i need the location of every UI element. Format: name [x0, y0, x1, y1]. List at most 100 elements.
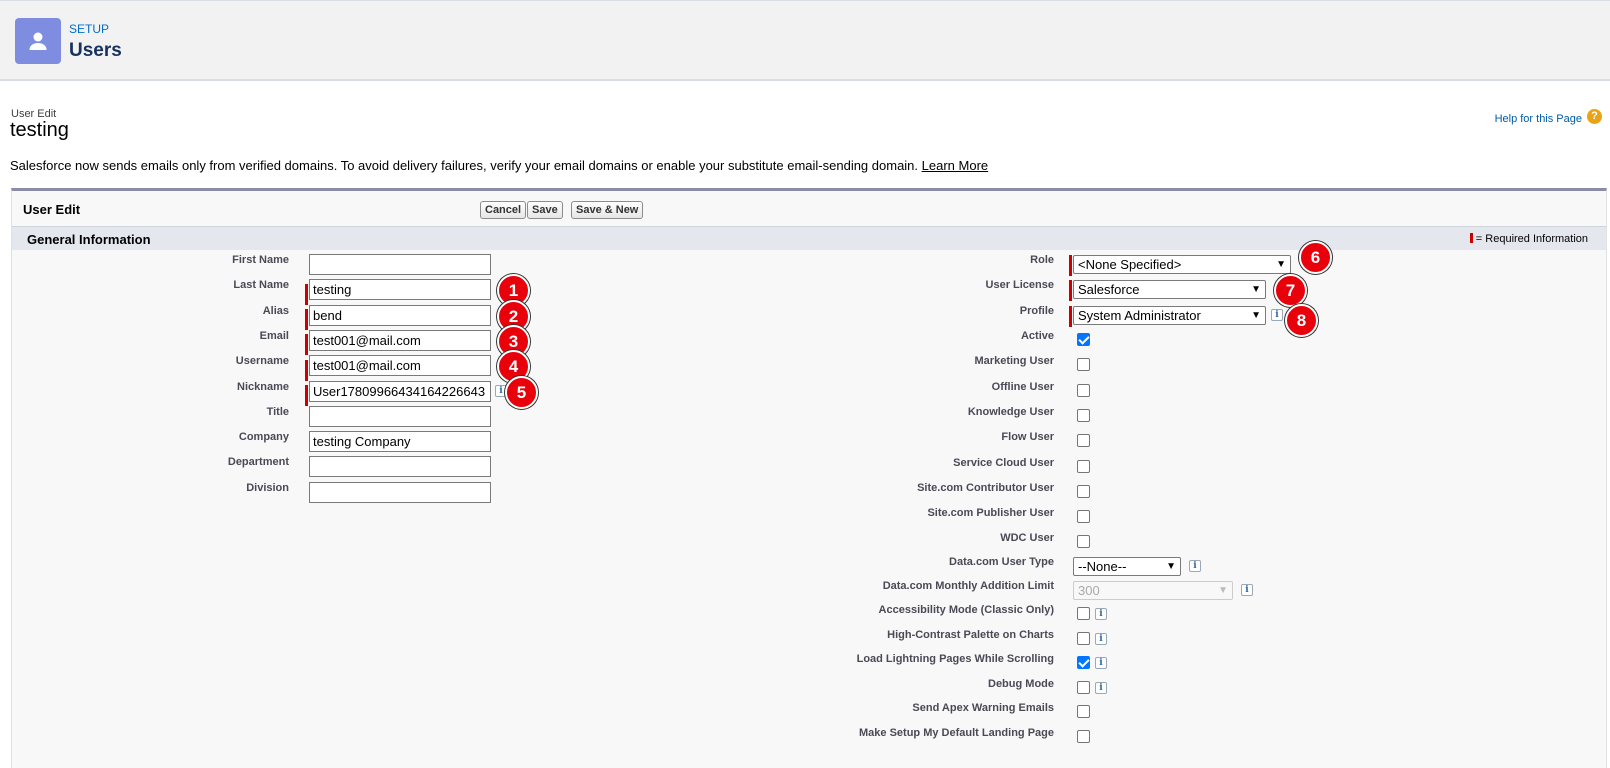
wdc-user-checkbox[interactable] [1077, 535, 1090, 549]
chevron-down-icon: ▼ [1166, 561, 1176, 572]
callout-badge-8: 8 [1285, 303, 1318, 337]
profile-select-value: System Administrator [1078, 307, 1201, 323]
high-contrast-palette-on-charts-checkbox[interactable] [1077, 631, 1090, 645]
division-input[interactable] [309, 481, 491, 503]
learn-more-link[interactable]: Learn More [922, 158, 988, 173]
nickname-label: Nickname [237, 380, 289, 393]
user-license-label: User License [985, 279, 1054, 292]
datacom-user-type-info-icon[interactable]: i [1189, 560, 1201, 572]
user-icon [15, 18, 61, 64]
last-name-label: Last Name [233, 279, 289, 292]
last-name-required-marker [305, 283, 308, 305]
datacom-monthly-limit-value: 300 [1078, 583, 1100, 598]
setup-link[interactable]: SETUP [69, 22, 109, 36]
profile-select[interactable]: System Administrator ▼ [1073, 305, 1266, 325]
username-label: Username [235, 355, 289, 368]
department-label: Department [227, 456, 289, 469]
panel-title: User Edit [23, 202, 81, 217]
role-required-marker [1069, 255, 1072, 276]
user-license-required-marker [1069, 280, 1072, 302]
send-apex-warning-emails-checkbox[interactable] [1077, 705, 1090, 718]
last-name-input[interactable]: testing [309, 279, 491, 301]
nickname-input[interactable]: User17809966434164226643 [309, 380, 491, 402]
wdc-user-label: WDC User [1000, 532, 1054, 545]
role-select-value: <None Specified> [1078, 257, 1182, 272]
site-com-publisher-user-label: Site.com Publisher User [927, 507, 1054, 520]
chevron-down-icon: ▼ [1276, 259, 1286, 270]
user-license-select-value: Salesforce [1078, 282, 1140, 298]
marketing-user-checkbox[interactable] [1077, 358, 1090, 372]
help-icon[interactable]: ? [1587, 109, 1602, 124]
debug-mode-info-icon[interactable]: i [1095, 681, 1107, 694]
email-required-marker [305, 334, 308, 356]
required-info-text: = Required Information [1475, 233, 1588, 245]
load-lightning-pages-while-scrolling-info-icon[interactable]: i [1095, 657, 1107, 669]
accessibility-mode-classic-only-checkbox[interactable] [1077, 607, 1090, 620]
username-required-marker [305, 359, 308, 381]
alias-input[interactable]: bend [309, 304, 491, 326]
user-edit-panel: User Edit Cancel Save Save & New General… [11, 188, 1607, 768]
required-info: = Required Information [1469, 233, 1588, 245]
required-marker [1469, 233, 1473, 243]
knowledge-user-checkbox[interactable] [1077, 408, 1090, 422]
datacom-monthly-limit-info-icon[interactable]: i [1241, 584, 1253, 596]
active-checkbox[interactable] [1077, 333, 1090, 346]
service-cloud-user-label: Service Cloud User [953, 456, 1054, 469]
header-title: Users [69, 40, 122, 61]
cancel-button[interactable]: Cancel [480, 201, 527, 219]
high-contrast-palette-on-charts-info-icon[interactable]: i [1095, 632, 1107, 645]
flow-user-label: Flow User [1001, 431, 1054, 444]
company-input[interactable]: testing Company [309, 431, 491, 453]
chevron-down-icon: ▼ [1251, 284, 1261, 296]
alias-required-marker [305, 309, 308, 331]
role-label: Role [1030, 254, 1054, 266]
datacom-user-type-label: Data.com User Type [949, 556, 1054, 568]
username-input[interactable]: test001@mail.com [309, 355, 491, 377]
user-license-select[interactable]: Salesforce ▼ [1073, 280, 1266, 300]
first-name-label: First Name [232, 254, 289, 266]
alias-label: Alias [262, 304, 289, 317]
debug-mode-label: Debug Mode [988, 677, 1054, 690]
debug-mode-checkbox[interactable] [1077, 680, 1090, 694]
accessibility-mode-classic-only-info-icon[interactable]: i [1095, 608, 1107, 620]
offline-user-label: Offline User [991, 380, 1054, 393]
active-label: Active [1020, 330, 1054, 342]
setup-header: SETUP Users [0, 0, 1610, 81]
profile-info-icon[interactable]: i [1271, 308, 1283, 321]
site-com-publisher-user-checkbox[interactable] [1077, 510, 1090, 524]
site-com-contributor-user-checkbox[interactable] [1077, 484, 1090, 498]
datacom-user-type-select[interactable]: --None-- ▼ [1073, 557, 1181, 576]
section-title: General Information [27, 232, 151, 247]
make-setup-my-default-landing-page-checkbox[interactable] [1077, 729, 1090, 743]
accessibility-mode-classic-only-label: Accessibility Mode (Classic Only) [878, 604, 1054, 616]
title-label: Title [266, 405, 289, 418]
flow-user-checkbox[interactable] [1077, 434, 1090, 448]
save-button[interactable]: Save [527, 201, 563, 219]
marketing-user-label: Marketing User [974, 355, 1054, 368]
datacom-user-type-value: --None-- [1078, 559, 1127, 574]
profile-label: Profile [1019, 304, 1054, 317]
chevron-down-icon: ▼ [1251, 309, 1261, 321]
datacom-monthly-limit-select: 300 ▼ [1073, 581, 1233, 600]
help-link[interactable]: Help for this Page [1495, 113, 1582, 125]
first-name-input[interactable] [309, 254, 491, 275]
service-cloud-user-checkbox[interactable] [1077, 459, 1090, 473]
title-input[interactable] [309, 405, 491, 427]
knowledge-user-label: Knowledge User [967, 405, 1054, 418]
email-label: Email [259, 329, 289, 342]
save-new-button[interactable]: Save & New [571, 201, 644, 219]
notice-text: Salesforce now sends emails only from ve… [10, 158, 919, 173]
load-lightning-pages-while-scrolling-checkbox[interactable] [1077, 656, 1090, 669]
division-label: Division [246, 481, 289, 494]
department-input[interactable] [309, 456, 491, 478]
email-input[interactable]: test001@mail.com [309, 329, 491, 351]
nickname-required-marker [305, 385, 308, 406]
offline-user-checkbox[interactable] [1077, 383, 1090, 397]
role-select[interactable]: <None Specified> ▼ [1073, 255, 1291, 274]
profile-required-marker [1069, 305, 1072, 327]
datacom-monthly-limit-label: Data.com Monthly Addition Limit [882, 580, 1054, 592]
company-label: Company [238, 431, 289, 444]
callout-badge-5: 5 [505, 375, 538, 409]
page-title: testing [10, 119, 69, 141]
load-lightning-pages-while-scrolling-label: Load Lightning Pages While Scrolling [856, 653, 1054, 665]
